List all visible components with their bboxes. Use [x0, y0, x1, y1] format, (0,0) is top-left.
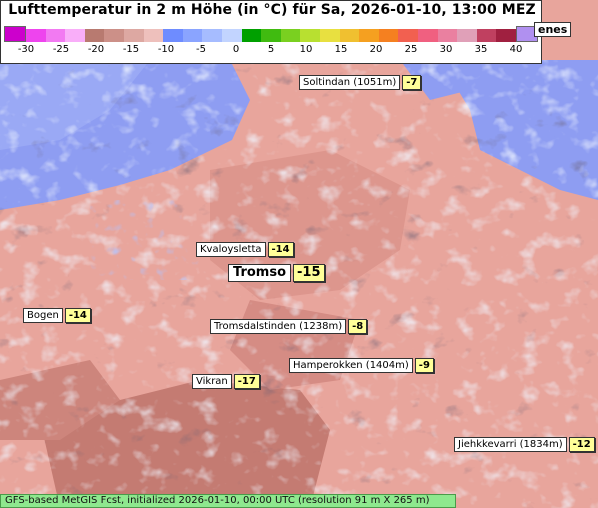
scale-swatch: [45, 29, 66, 42]
temperature-value: -17: [233, 374, 260, 389]
label-kvaloysletta: Kvaloysletta -14: [196, 242, 294, 257]
temperature-value: -14: [64, 308, 91, 323]
partial-place-label: enes: [534, 22, 572, 37]
scale-swatch: [182, 29, 203, 42]
scale-swatch: [378, 29, 399, 42]
scale-tick-label: -10: [157, 44, 175, 55]
scale-swatch: [457, 29, 478, 42]
place-name: Soltindan (1051m): [299, 75, 401, 90]
scale-swatch: [222, 29, 242, 42]
scale-swatch: [202, 29, 223, 42]
legend-box: Lufttemperatur in 2 m Höhe (in °C) für S…: [0, 0, 542, 64]
place-name: Tromsdalstinden (1238m): [210, 319, 347, 334]
scale-swatch: [476, 29, 497, 42]
place-name: Bogen: [23, 308, 63, 323]
temperature-value: -12: [568, 437, 595, 452]
scale-tick-label: -20: [87, 44, 105, 55]
scale-swatch: [320, 29, 340, 42]
temperature-value: -9: [414, 358, 434, 373]
scale-swatch: [84, 29, 105, 42]
scale-tick-label: 0: [232, 44, 240, 55]
scale-swatch: [65, 29, 86, 42]
place-name: Kvaloysletta: [196, 242, 266, 257]
temperature-value: -14: [267, 242, 294, 257]
scale-tick-label: 30: [439, 44, 453, 55]
scale-tick-label: -30: [17, 44, 35, 55]
scale-swatch: [300, 29, 321, 42]
scale-swatch: [104, 29, 125, 42]
label-bogen: Bogen -14: [23, 308, 91, 323]
label-jiehkkevarri: Jiehkkevarri (1834m) -12: [454, 437, 595, 452]
scale-swatch: [496, 29, 517, 42]
scale-swatch: [359, 29, 380, 42]
scale-tick-label: 20: [369, 44, 383, 55]
scale-tick-label: 15: [334, 44, 348, 55]
scale-tick-label: -25: [52, 44, 70, 55]
scale-swatch: [280, 29, 301, 42]
label-vikran: Vikran -17: [192, 374, 260, 389]
temperature-value: -8: [348, 319, 368, 334]
scale-swatch: [163, 29, 184, 42]
scale-cap-low: [4, 26, 26, 42]
scale-tick-label: 40: [509, 44, 523, 55]
temperature-value: -7: [402, 75, 422, 90]
scale-swatch: [124, 29, 144, 42]
place-name: Vikran: [192, 374, 232, 389]
scale-tick-label: 5: [267, 44, 275, 55]
temperature-value: -15: [293, 263, 325, 282]
scale-tick-label: -5: [196, 44, 206, 55]
place-name: Jiehkkevarri (1834m): [454, 437, 567, 452]
place-name: Hamperokken (1404m): [289, 358, 413, 373]
label-tromso: Tromso -15: [228, 263, 325, 282]
scale-swatch: [339, 29, 360, 42]
scale-swatch: [437, 29, 458, 42]
label-tromsdalstinden: Tromsdalstinden (1238m) -8: [210, 319, 368, 334]
scale-swatch: [418, 29, 438, 42]
scale-tick-label: 35: [474, 44, 488, 55]
scale-swatch: [261, 29, 282, 42]
forecast-footer: GFS-based MetGIS Fcst, initialized 2026-…: [0, 494, 456, 508]
scale-swatch: [26, 29, 46, 42]
scale-swatch: [143, 29, 164, 42]
scale-ticks: -30 -25 -20 -15 -10 -5 0 5 10 15 20 25 30 35 40: [1, 44, 543, 60]
scale-tick-label: 25: [404, 44, 418, 55]
label-hamperokken: Hamperokken (1404m) -9: [289, 358, 434, 373]
place-name: Tromso: [228, 263, 291, 282]
map-title: Lufttemperatur in 2 m Höhe (in °C) für S…: [8, 2, 536, 18]
scale-tick-label: -15: [122, 44, 140, 55]
scale-swatch: [398, 29, 419, 42]
scale-swatch: [241, 29, 262, 42]
label-soltindan: Soltindan (1051m) -7: [299, 75, 422, 90]
scale-tick-label: 10: [299, 44, 313, 55]
